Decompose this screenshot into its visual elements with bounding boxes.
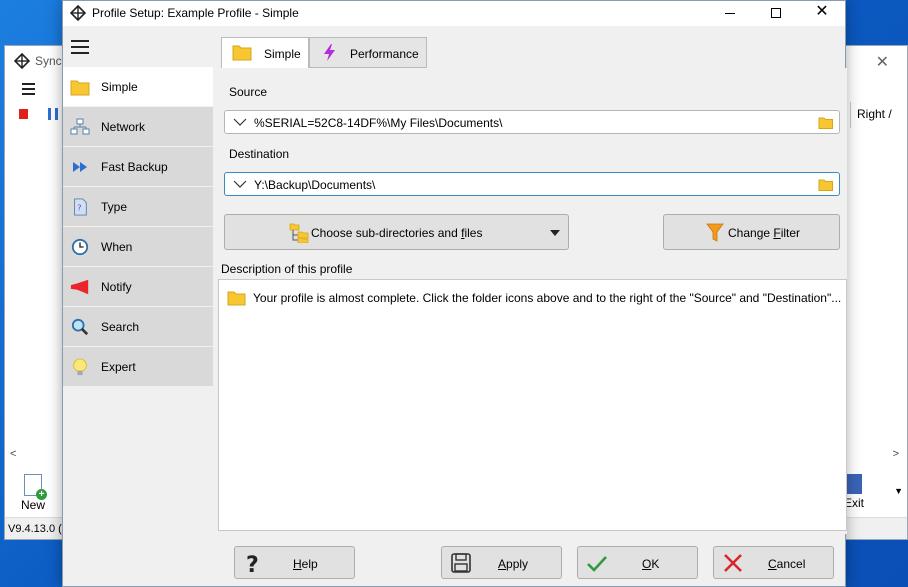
close-icon: ✕ <box>815 3 829 20</box>
megaphone-icon <box>70 279 89 295</box>
save-icon <box>451 553 471 573</box>
exit-icon <box>846 474 862 494</box>
sidebar-nav: Simple Network Fast Backup ? Type When N… <box>63 67 213 387</box>
sidebar-item-simple[interactable]: Simple <box>63 67 213 107</box>
cancel-button[interactable]: Cancel <box>713 546 834 579</box>
app-logo-icon <box>14 53 30 69</box>
stop-icon[interactable] <box>19 109 28 119</box>
app-logo-icon <box>70 5 86 21</box>
toolbar-new-button[interactable]: New <box>13 474 53 512</box>
browse-folder-icon[interactable] <box>818 178 833 191</box>
destination-label: Destination <box>229 147 290 161</box>
description-label: Description of this profile <box>221 262 353 276</box>
document-icon: ? <box>74 198 87 216</box>
toolbar-overflow-icon[interactable]: ▼ <box>894 486 903 496</box>
sidebar-item-when[interactable]: When <box>63 227 213 267</box>
sidebar-item-fast-backup[interactable]: Fast Backup <box>63 147 213 187</box>
svg-text:?: ? <box>77 203 81 213</box>
maximize-button[interactable] <box>753 1 799 26</box>
sidebar-item-label: Search <box>101 320 140 334</box>
chevron-down-icon[interactable] <box>233 178 247 190</box>
source-label: Source <box>229 85 268 99</box>
background-hamburger-icon[interactable] <box>22 83 35 98</box>
magnifier-icon <box>71 318 89 336</box>
tab-label: Simple <box>264 47 301 61</box>
sidebar-item-label: Simple <box>101 80 138 94</box>
apply-button[interactable]: Apply <box>441 546 562 579</box>
source-path-value: %SERIAL=52C8-14DF%\My Files\Documents\ <box>254 116 503 130</box>
minimize-button[interactable] <box>707 1 753 26</box>
hamburger-menu-icon[interactable] <box>71 40 89 58</box>
help-button[interactable]: ? Help <box>234 546 355 579</box>
sidebar-item-search[interactable]: Search <box>63 307 213 347</box>
minimize-icon <box>725 12 735 14</box>
browse-folder-icon[interactable] <box>818 116 833 129</box>
scroll-right-icon[interactable]: > <box>893 448 899 460</box>
dropdown-caret-icon[interactable] <box>550 230 560 236</box>
description-box[interactable]: Your profile is almost complete. Click t… <box>218 279 847 531</box>
folder-icon <box>227 291 246 306</box>
sidebar-item-network[interactable]: Network <box>63 107 213 147</box>
checkmark-icon <box>587 556 607 572</box>
ok-label: OK <box>642 557 660 571</box>
destination-field[interactable]: Y:\Backup\Documents\ <box>224 172 840 196</box>
pause-icon[interactable] <box>48 108 58 120</box>
question-mark-icon: ? <box>246 553 259 574</box>
sidebar-item-label: When <box>101 240 133 254</box>
fast-forward-icon <box>73 162 87 172</box>
background-close-icon[interactable]: ✕ <box>876 52 889 72</box>
ok-button[interactable]: OK <box>577 546 698 579</box>
network-icon <box>70 118 90 135</box>
sidebar-item-notify[interactable]: Notify <box>63 267 213 307</box>
sidebar-item-label: Notify <box>101 280 132 294</box>
cancel-label: Cancel <box>768 557 806 571</box>
tab-simple[interactable]: Simple <box>221 37 309 69</box>
apply-label: Apply <box>498 557 529 571</box>
sidebar-item-expert[interactable]: Expert <box>63 347 213 387</box>
folder-icon <box>70 80 90 96</box>
chevron-down-icon[interactable] <box>233 116 247 128</box>
help-label: Help <box>293 557 318 571</box>
cross-icon <box>724 554 742 572</box>
column-header-right[interactable]: Right / <box>850 102 907 128</box>
tab-performance[interactable]: Performance <box>309 37 427 68</box>
destination-path-value: Y:\Backup\Documents\ <box>254 178 376 192</box>
folder-icon <box>232 45 252 61</box>
dialog-title: Profile Setup: Example Profile - Simple <box>92 6 299 20</box>
folder-tree-icon <box>289 223 309 243</box>
profile-setup-dialog[interactable]: Profile Setup: Example Profile - Simple … <box>62 0 847 587</box>
description-text: Your profile is almost complete. Click t… <box>253 291 842 305</box>
svg-text:?: ? <box>246 553 259 574</box>
close-button[interactable]: ✕ <box>799 1 845 26</box>
tab-label: Performance <box>350 47 419 61</box>
source-field[interactable]: %SERIAL=52C8-14DF%\My Files\Documents\ <box>224 110 840 134</box>
toolbar-new-label: New <box>20 498 45 512</box>
sidebar-item-label: Network <box>101 120 146 134</box>
maximize-icon <box>771 8 781 19</box>
lightbulb-icon <box>73 358 87 376</box>
clock-icon <box>71 238 89 256</box>
sidebar-item-label: Expert <box>101 360 136 374</box>
new-document-icon <box>24 474 47 500</box>
scroll-left-icon[interactable]: < <box>10 448 16 460</box>
change-filter-button[interactable]: Change Filter <box>663 214 840 250</box>
choose-subdirectories-button[interactable]: Choose sub-directories and files <box>224 214 569 250</box>
sidebar-item-label: Type <box>101 200 128 214</box>
lightning-icon <box>324 44 335 61</box>
sidebar-item-type[interactable]: ? Type <box>63 187 213 227</box>
background-window-title: Sync <box>35 54 62 68</box>
choose-button-label: Choose sub-directories and files <box>311 226 483 240</box>
sidebar-item-label: Fast Backup <box>101 160 168 174</box>
dialog-titlebar[interactable]: Profile Setup: Example Profile - Simple … <box>63 1 845 26</box>
funnel-icon <box>706 223 724 242</box>
change-filter-label: Change Filter <box>728 226 801 240</box>
